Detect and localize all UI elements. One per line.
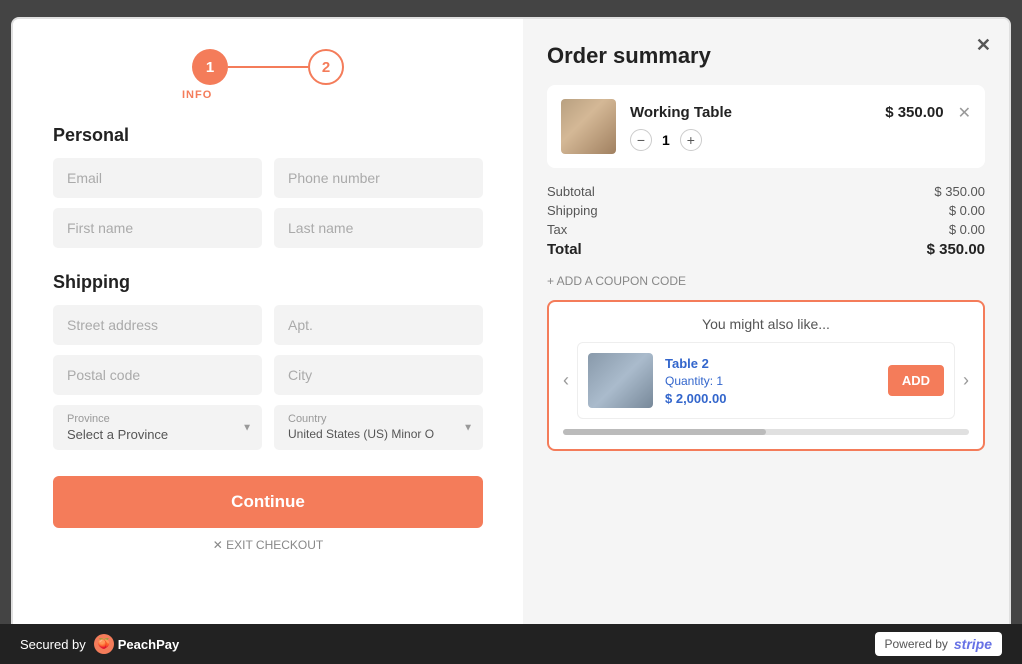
left-panel: 1 2 INFO Personal	[13, 19, 523, 645]
quantity-value: 1	[662, 132, 670, 148]
country-value: United States (US) Minor O	[288, 427, 469, 441]
product-image	[561, 99, 616, 154]
recommendation-item-image	[588, 353, 653, 408]
close-button[interactable]: ✕	[976, 35, 991, 56]
total-label: Total	[547, 241, 582, 258]
country-select[interactable]: Country United States (US) Minor O ▼	[274, 405, 483, 450]
firstname-field[interactable]	[53, 208, 262, 248]
product-name: Working Table	[630, 104, 732, 121]
stripe-text: stripe	[954, 636, 992, 652]
recommendation-title: You might also like...	[563, 316, 969, 332]
checkout-modal: 1 2 INFO Personal	[11, 17, 1011, 647]
brand-name: PeachPay	[118, 637, 179, 652]
carousel-prev-button[interactable]: ‹	[563, 370, 569, 391]
recommendation-item-price: $ 2,000.00	[665, 391, 876, 406]
personal-row-2	[53, 208, 483, 248]
recommendation-item-quantity: Quantity: 1	[665, 374, 876, 388]
quantity-decrease-button[interactable]: −	[630, 129, 652, 151]
powered-by-text: Powered by	[885, 637, 948, 651]
province-select[interactable]: Province Select a Province ▼	[53, 405, 262, 450]
recommendation-item-name: Table 2	[665, 356, 876, 371]
shipping-value: $ 0.00	[949, 203, 985, 218]
step-line	[228, 66, 308, 68]
footer-right: Powered by stripe	[875, 632, 1003, 656]
street-field[interactable]	[53, 305, 262, 345]
secured-by-text: Secured by	[20, 637, 86, 652]
coupon-link[interactable]: + ADD A COUPON CODE	[547, 274, 985, 288]
shipping-row-1	[53, 305, 483, 345]
quantity-control: − 1 +	[630, 129, 971, 151]
total-row: Total $ 350.00	[547, 241, 985, 258]
personal-row-1	[53, 158, 483, 198]
phone-field[interactable]	[274, 158, 483, 198]
step-1-label: INFO	[182, 89, 212, 101]
recommendation-add-button[interactable]: ADD	[888, 365, 944, 396]
shipping-label: Shipping	[547, 203, 598, 218]
apt-field[interactable]	[274, 305, 483, 345]
total-value: $ 350.00	[927, 241, 985, 258]
email-field[interactable]	[53, 158, 262, 198]
shipping-row: Shipping $ 0.00	[547, 203, 985, 218]
province-label: Province	[67, 413, 248, 425]
right-panel: ✕ Order summary Working Table $ 350.00 ✕	[523, 19, 1009, 645]
step-1-circle[interactable]: 1	[192, 49, 228, 85]
city-field[interactable]	[274, 355, 483, 395]
subtotal-label: Subtotal	[547, 184, 595, 199]
shipping-row-2	[53, 355, 483, 395]
subtotal-value: $ 350.00	[934, 184, 985, 199]
continue-button[interactable]: Continue	[53, 476, 483, 528]
province-arrow-icon: ▼	[242, 422, 252, 433]
country-label: Country	[288, 413, 469, 425]
shipping-row-3: Province Select a Province ▼ Country Uni…	[53, 405, 483, 450]
peachpay-logo: 🍑 PeachPay	[94, 634, 179, 654]
stepper: 1 2 INFO	[53, 49, 483, 101]
exit-checkout-link[interactable]: ✕ EXIT CHECKOUT	[53, 538, 483, 552]
carousel-scrollbar-thumb	[563, 429, 766, 435]
postal-field[interactable]	[53, 355, 262, 395]
shipping-section-title: Shipping	[53, 272, 483, 293]
product-card: Working Table $ 350.00 ✕ − 1 +	[547, 85, 985, 168]
lastname-field[interactable]	[274, 208, 483, 248]
tax-label: Tax	[547, 222, 567, 237]
subtotal-row: Subtotal $ 350.00	[547, 184, 985, 199]
product-price: $ 350.00	[885, 104, 943, 121]
recommendation-carousel: ‹ Table 2 Quantity: 1 $ 2,000.00 ADD ›	[563, 342, 969, 419]
recommendation-item: Table 2 Quantity: 1 $ 2,000.00 ADD	[577, 342, 955, 419]
quantity-increase-button[interactable]: +	[680, 129, 702, 151]
step-2-circle[interactable]: 2	[308, 49, 344, 85]
tax-row: Tax $ 0.00	[547, 222, 985, 237]
page-footer: Secured by 🍑 PeachPay Powered by stripe	[0, 624, 1022, 664]
product-remove-button[interactable]: ✕	[958, 103, 971, 123]
province-value: Select a Province	[67, 427, 248, 442]
country-arrow-icon: ▼	[463, 422, 473, 433]
personal-section-title: Personal	[53, 125, 483, 146]
recommendation-box: You might also like... ‹ Table 2 Quantit…	[547, 300, 985, 451]
tax-value: $ 0.00	[949, 222, 985, 237]
order-summary-title: Order summary	[547, 43, 985, 69]
carousel-next-button[interactable]: ›	[963, 370, 969, 391]
peachpay-icon: 🍑	[94, 634, 114, 654]
carousel-scrollbar	[563, 429, 969, 435]
recommendation-item-details: Table 2 Quantity: 1 $ 2,000.00	[665, 356, 876, 406]
product-details: Working Table $ 350.00 ✕ − 1 +	[630, 103, 971, 151]
modal-overlay: 1 2 INFO Personal	[0, 0, 1022, 664]
totals-section: Subtotal $ 350.00 Shipping $ 0.00 Tax $ …	[547, 184, 985, 262]
footer-left: Secured by 🍑 PeachPay	[20, 634, 179, 654]
